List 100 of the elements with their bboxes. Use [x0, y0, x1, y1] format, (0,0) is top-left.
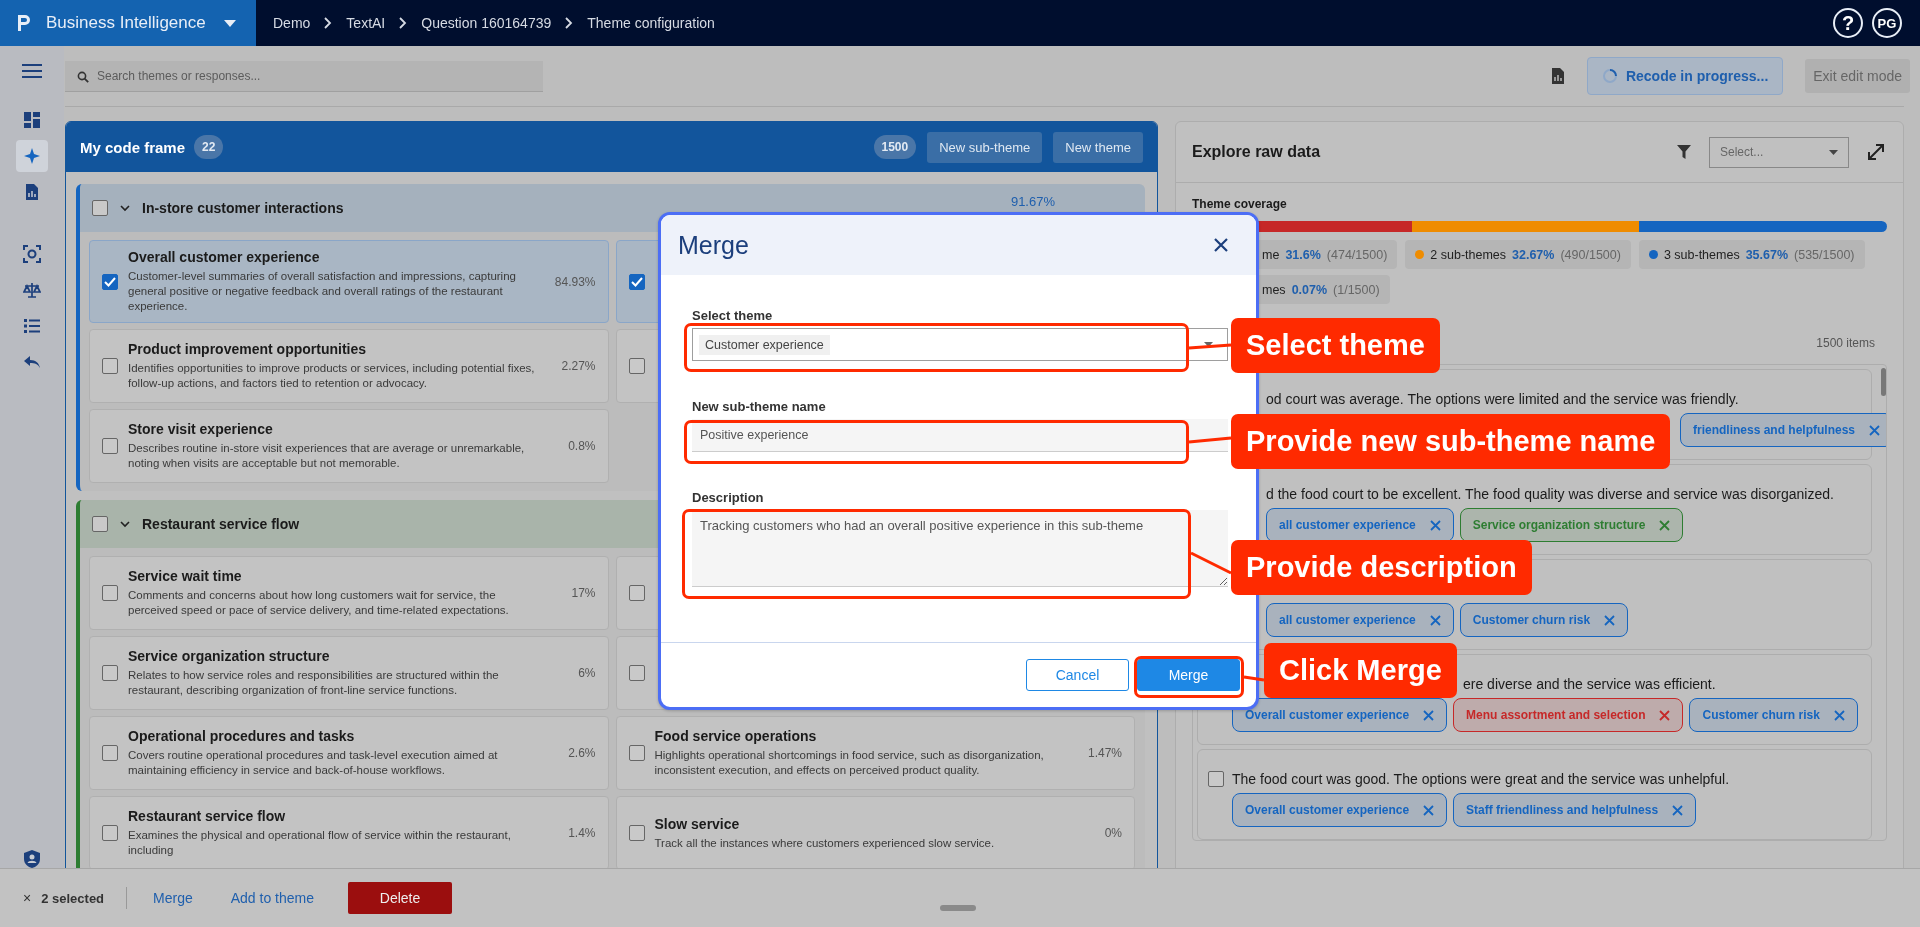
- response-text: The food court was good. The options were great and the service was unhelpful.: [1232, 771, 1730, 787]
- search-icon: [77, 70, 89, 83]
- theme-card[interactable]: Service organization structure Relates to how service roles and responsibilities are structured within the restaurant, describing organization of front-line service functions. 6%: [89, 636, 609, 710]
- dialog-title: Merge: [678, 230, 749, 260]
- theme-description: Identifies opportunities to improve products or services, including potential fixes, follow-up actions, and factors tied to retention or advocacy.: [128, 361, 536, 391]
- leader-line: [1188, 343, 1232, 350]
- breadcrumb-link[interactable]: Question 160164739: [421, 15, 552, 31]
- callout-label: Provide new sub-theme name: [1231, 414, 1671, 469]
- action-link[interactable]: Add to theme: [230, 890, 315, 906]
- checkbox[interactable]: [102, 585, 118, 601]
- theme-percent: 84.93%: [553, 274, 596, 289]
- checkbox[interactable]: [628, 273, 645, 290]
- checkbox[interactable]: [102, 438, 118, 454]
- theme-card[interactable]: Slow service Track all the instances where customers experienced slow service. 0%: [615, 796, 1135, 870]
- clear-button[interactable]: ×: [23, 890, 32, 906]
- theme-title: Store visit experience: [128, 421, 274, 437]
- leader-line: [1188, 436, 1232, 444]
- theme-percent: 2.6%: [567, 746, 596, 760]
- filter-icon[interactable]: [1677, 145, 1691, 159]
- header-button[interactable]: New sub-theme: [927, 131, 1043, 163]
- theme-percent: 2.27%: [560, 359, 596, 373]
- theme-description: Highlights operational shortcomings in food service, such as disorganization, inconsistent execution, and effects on perceived product quality.: [654, 748, 1045, 778]
- legend-chip[interactable]: 3 sub-themes 35.67% (535/1500): [1638, 240, 1865, 269]
- checkbox[interactable]: [628, 585, 645, 601]
- merge-button[interactable]: Merge: [1137, 659, 1240, 691]
- field-label: New sub-theme name: [692, 399, 827, 414]
- breadcrumb-link[interactable]: Demo: [273, 15, 311, 31]
- scrollbar-thumb[interactable]: [1881, 368, 1886, 396]
- checkbox[interactable]: [628, 358, 645, 374]
- expand-icon[interactable]: [1867, 143, 1885, 161]
- user-shield-icon[interactable]: [23, 849, 41, 869]
- report-icon[interactable]: [1550, 67, 1565, 85]
- chevron-icon[interactable]: [120, 204, 130, 212]
- theme-percent: 0.8%: [567, 439, 596, 453]
- theme-title: Product improvement opportunities: [128, 341, 367, 357]
- theme-description: Covers routine operational procedures and task-level execution aimed at maintaining efficiency in service and back-of-house workflows.: [128, 748, 499, 778]
- theme-card[interactable]: Restaurant service flow Examines the physical and operational flow of service within the restaurant, including 1.4%: [89, 796, 609, 870]
- sidebar-item[interactable]: [16, 140, 48, 172]
- close-icon[interactable]: [1214, 238, 1228, 252]
- theme-title: Slow service: [654, 815, 741, 832]
- theme-card[interactable]: Food service operations Highlights operational shortcomings in food service, such as disorganization, inconsistent execution, and effects on perceived product quality. 1.47%: [615, 716, 1135, 790]
- user-avatar[interactable]: PG: [1872, 8, 1902, 38]
- theme-percent: 6%: [577, 666, 596, 680]
- breadcrumb-link[interactable]: Theme configuration: [587, 15, 715, 31]
- action-link[interactable]: Merge: [153, 890, 193, 906]
- theme-card[interactable]: Store visit experience Describes routine in-store visit experiences that are average or unremarkable, noting when visits are acceptable but not memorable. 0.8%: [89, 409, 609, 483]
- theme-title: Restaurant service flow: [128, 808, 287, 824]
- theme-card[interactable]: Overall customer experience Customer-level summaries of overall satisfaction and impressions, capturing general positive or negative feedback and overall ratings of the restaurant experience. 84.93%: [89, 240, 609, 323]
- checkbox[interactable]: [102, 745, 118, 761]
- checkbox[interactable]: [628, 745, 645, 761]
- menu-icon[interactable]: [22, 64, 42, 78]
- focus-icon: [23, 245, 41, 263]
- callout-label: Click Merge: [1264, 643, 1457, 698]
- field-label: Select theme: [692, 308, 774, 323]
- cancel-button[interactable]: Cancel: [1026, 659, 1129, 691]
- theme-card[interactable]: Product improvement opportunities Identifies opportunities to improve products or services, including potential fixes, follow-up actions, and factors tied to retention or advocacy. 2.27%: [89, 329, 609, 403]
- checkbox[interactable]: [92, 516, 108, 532]
- header-button[interactable]: New theme: [1053, 131, 1143, 163]
- dashboard-icon: [23, 111, 41, 129]
- group-percent: 91.67%: [1010, 194, 1055, 209]
- callout-label: Provide description: [1231, 540, 1532, 595]
- legend-count: (474/1500): [1326, 247, 1388, 262]
- legend-label: me: [1262, 247, 1280, 262]
- theme-description: Describes routine in-store visit experiences that are average or unremarkable, noting when visits are acceptable but not memorable.: [128, 441, 526, 471]
- checkbox[interactable]: [102, 273, 118, 290]
- report-icon: [23, 183, 41, 201]
- legend-chip[interactable]: 2 sub-themes 32.67% (490/1500): [1405, 240, 1631, 269]
- legend-count: (535/1500): [1794, 247, 1855, 262]
- description-field[interactable]: Tracking customers who had an overall positive experience in this sub-theme: [692, 510, 1228, 587]
- checkbox[interactable]: [92, 200, 108, 216]
- brand-bar[interactable]: Business Intelligence: [0, 0, 256, 46]
- theme-description: Examines the physical and operational flow of service within the restaurant, including: [128, 828, 512, 858]
- input-field[interactable]: Positive experience: [692, 419, 1228, 452]
- theme-description: Relates to how service roles and responsibilities are structured within the restaurant, describing organization of front-line service functions.: [128, 668, 500, 698]
- leader-line: [1243, 675, 1265, 682]
- selected-value: Customer experience: [699, 334, 830, 355]
- theme-select[interactable]: Customer experience: [692, 328, 1228, 361]
- chevron-icon[interactable]: [120, 520, 130, 528]
- theme-description: Track all the instances where customers experienced slow service.: [654, 835, 996, 851]
- help-button[interactable]: ?: [1833, 8, 1863, 38]
- checkbox[interactable]: [102, 825, 118, 841]
- legend-label: 3 sub-themes: [1663, 247, 1740, 262]
- theme-card[interactable]: Operational procedures and tasks Covers routine operational procedures and task-level execution aimed at maintaining efficiency in service and back-of-house workflows. 2.6%: [89, 716, 609, 790]
- checkbox[interactable]: [628, 665, 645, 681]
- checkbox[interactable]: [1208, 771, 1224, 787]
- drag-handle[interactable]: [940, 905, 976, 911]
- theme-card[interactable]: Service wait time Comments and concerns about how long customers wait for service, the perceived speed or pace of service delivery, and time-related expectations. 17%: [89, 556, 609, 630]
- checkbox[interactable]: [102, 358, 118, 374]
- count-badge: 22: [194, 135, 224, 159]
- total-badge: 1500: [873, 135, 917, 159]
- checkbox[interactable]: [628, 825, 645, 841]
- panel-title: My code frame: [80, 138, 186, 156]
- callout-label: Select theme: [1231, 318, 1440, 373]
- search-field[interactable]: Search themes or responses...: [65, 60, 543, 92]
- delete-button[interactable]: Delete: [348, 882, 453, 914]
- checkbox[interactable]: [102, 665, 118, 681]
- scale-icon: [23, 281, 41, 299]
- response-text: ere diverse and the service was efficient.: [1463, 676, 1716, 692]
- list-icon: [23, 317, 41, 335]
- breadcrumb-link[interactable]: TextAI: [346, 15, 386, 31]
